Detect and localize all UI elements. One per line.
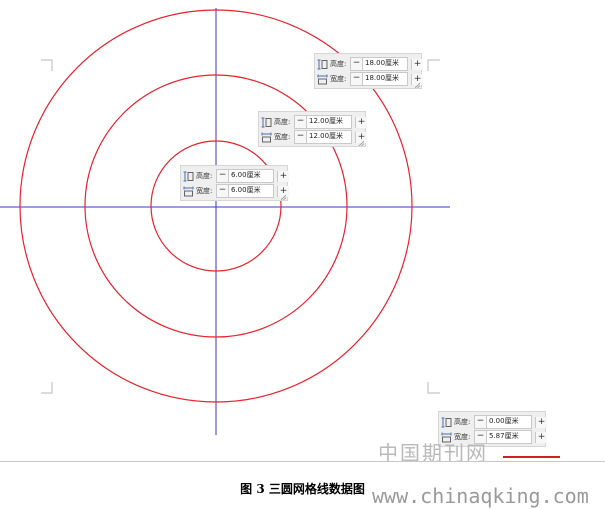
height-increment-button[interactable]: + bbox=[355, 116, 367, 128]
height-icon bbox=[183, 171, 194, 181]
width-row: 宽度: − 18.00厘米 + bbox=[317, 72, 423, 86]
height-icon bbox=[441, 417, 452, 427]
width-stepper[interactable]: − 6.00厘米 bbox=[216, 184, 274, 198]
width-label: 宽度: bbox=[196, 187, 213, 195]
height-row: 高度: − 12.00厘米 + bbox=[261, 115, 367, 129]
height-input[interactable]: 12.00厘米 bbox=[307, 116, 351, 128]
width-label: 宽度: bbox=[330, 75, 347, 83]
height-stepper[interactable]: − 12.00厘米 bbox=[294, 115, 352, 129]
width-icon bbox=[183, 186, 194, 196]
height-stepper[interactable]: − 6.00厘米 bbox=[216, 169, 274, 183]
height-decrement-button[interactable]: − bbox=[295, 116, 307, 128]
width-row: 宽度: − 12.00厘米 + bbox=[261, 130, 367, 144]
page-divider bbox=[0, 461, 605, 462]
height-input[interactable]: 18.00厘米 bbox=[363, 58, 407, 70]
size-panel-inner: 高度: − 6.00厘米 + 宽度: − 6.00厘米 + bbox=[180, 165, 289, 201]
width-icon bbox=[317, 74, 328, 84]
height-decrement-button[interactable]: − bbox=[475, 416, 487, 428]
height-input[interactable]: 0.00厘米 bbox=[487, 416, 531, 428]
crop-mark-bottom-left bbox=[41, 382, 53, 394]
width-input[interactable]: 5.87厘米 bbox=[487, 431, 531, 443]
height-decrement-button[interactable]: − bbox=[351, 58, 363, 70]
width-label: 宽度: bbox=[274, 133, 291, 141]
height-increment-button[interactable]: + bbox=[535, 416, 547, 428]
height-row: 高度: − 0.00厘米 + bbox=[441, 415, 547, 429]
width-increment-button[interactable]: + bbox=[535, 431, 547, 443]
height-icon bbox=[261, 117, 272, 127]
height-stepper[interactable]: − 18.00厘米 bbox=[350, 57, 408, 71]
resize-grip-icon[interactable] bbox=[415, 83, 420, 88]
crop-mark-bottom-right bbox=[427, 382, 440, 394]
height-input[interactable]: 6.00厘米 bbox=[229, 170, 273, 182]
red-line-shape[interactable] bbox=[503, 456, 560, 458]
size-panel-outer: 高度: − 18.00厘米 + 宽度: − 18.00厘米 + bbox=[314, 53, 423, 89]
height-row: 高度: − 6.00厘米 + bbox=[183, 169, 289, 183]
height-label: 高度: bbox=[274, 118, 291, 126]
crop-mark-top-right bbox=[427, 59, 440, 71]
height-label: 高度: bbox=[330, 60, 347, 68]
width-input[interactable]: 6.00厘米 bbox=[229, 185, 273, 197]
height-row: 高度: − 18.00厘米 + bbox=[317, 57, 423, 71]
width-icon bbox=[261, 132, 272, 142]
document-page: 高度: − 18.00厘米 + 宽度: − 18.00厘米 + 高度: − 12… bbox=[0, 0, 605, 509]
width-decrement-button[interactable]: − bbox=[351, 73, 363, 85]
height-label: 高度: bbox=[196, 172, 213, 180]
width-stepper[interactable]: − 18.00厘米 bbox=[350, 72, 408, 86]
resize-grip-icon[interactable] bbox=[359, 141, 364, 146]
height-decrement-button[interactable]: − bbox=[217, 170, 229, 182]
crop-mark-top-left bbox=[41, 59, 53, 71]
width-decrement-button[interactable]: − bbox=[295, 131, 307, 143]
height-icon bbox=[317, 59, 328, 69]
width-decrement-button[interactable]: − bbox=[217, 185, 229, 197]
width-stepper[interactable]: − 12.00厘米 bbox=[294, 130, 352, 144]
size-panel-middle: 高度: − 12.00厘米 + 宽度: − 12.00厘米 + bbox=[258, 111, 367, 147]
width-input[interactable]: 12.00厘米 bbox=[307, 131, 351, 143]
height-increment-button[interactable]: + bbox=[411, 58, 423, 70]
width-input[interactable]: 18.00厘米 bbox=[363, 73, 407, 85]
watermark-url: www.chinaqking.com bbox=[372, 484, 589, 508]
height-stepper[interactable]: − 0.00厘米 bbox=[474, 415, 532, 429]
height-increment-button[interactable]: + bbox=[277, 170, 289, 182]
width-row: 宽度: − 6.00厘米 + bbox=[183, 184, 289, 198]
cut-off-heading: …… bbox=[60, 501, 84, 509]
height-label: 高度: bbox=[454, 418, 471, 426]
resize-grip-icon[interactable] bbox=[281, 195, 286, 200]
